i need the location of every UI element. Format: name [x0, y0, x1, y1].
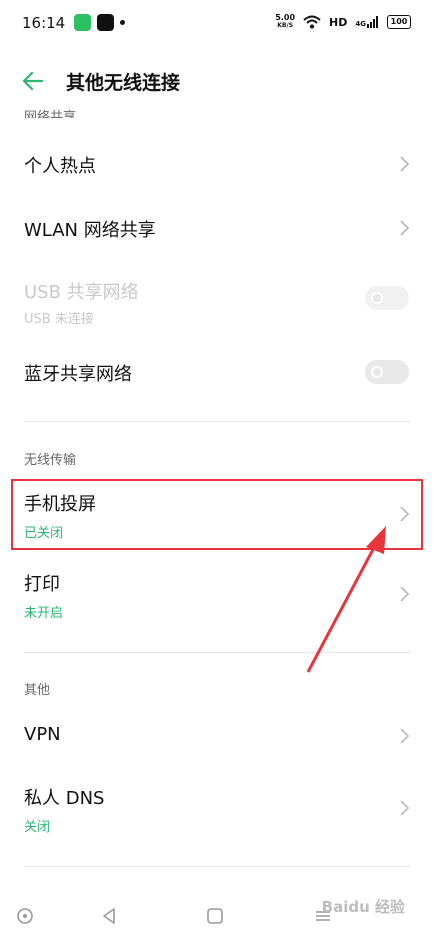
chevron-right-icon: [400, 800, 410, 816]
chevron-right-icon: [400, 156, 410, 172]
private-dns-label: 私人 DNS: [24, 788, 105, 809]
bluetooth-share-row[interactable]: 蓝牙共享网络: [0, 348, 435, 398]
private-dns-status: 关闭: [24, 820, 51, 835]
toggle-knob: [371, 366, 383, 378]
more-notifications-dot: [120, 20, 125, 25]
hd-indicator: HD: [329, 15, 348, 29]
hotspot-label: 个人热点: [24, 156, 96, 177]
clock: 16:14: [22, 14, 66, 32]
nav-home-icon[interactable]: [204, 905, 226, 927]
wlan-share-label: WLAN 网络共享: [24, 220, 156, 241]
chevron-right-icon: [400, 586, 410, 602]
bluetooth-share-label: 蓝牙共享网络: [24, 364, 132, 385]
app-notification-icon: [74, 14, 91, 31]
vpn-row[interactable]: VPN: [0, 712, 435, 762]
usb-share-row: USB 共享网络 USB 未连接: [0, 274, 435, 330]
divider: [24, 866, 410, 867]
app-bar: 其他无线连接: [0, 60, 435, 104]
wifi-icon: [303, 15, 321, 29]
annotation-highlight-box: [11, 479, 423, 550]
vpn-label: VPN: [24, 724, 61, 745]
assistant-icon[interactable]: [14, 905, 36, 927]
usb-share-label: USB 共享网络: [24, 282, 139, 303]
print-label: 打印: [24, 574, 60, 595]
wlan-share-row[interactable]: WLAN 网络共享: [0, 204, 435, 254]
print-row[interactable]: 打印 未开启: [0, 562, 435, 628]
hotspot-row[interactable]: 个人热点: [0, 140, 435, 190]
nav-back-icon[interactable]: [98, 905, 120, 927]
private-dns-row[interactable]: 私人 DNS 关闭: [0, 776, 435, 842]
baidu-watermark: Baidu 经验: [321, 898, 405, 916]
bluetooth-share-toggle[interactable]: [365, 360, 409, 384]
status-bar: 16:14 5.00 KB/S HD 4G 100: [0, 0, 435, 52]
section-header-wireless-transfer: 无线传输: [24, 453, 77, 468]
tiktok-icon: [97, 14, 114, 31]
divider: [24, 421, 410, 422]
section-header-network-sharing: 网络共享: [24, 110, 77, 118]
usb-share-toggle: [365, 286, 409, 310]
notification-icons: [74, 14, 125, 31]
signal-icon: 4G: [355, 16, 379, 28]
status-icons: 5.00 KB/S HD 4G 100: [275, 14, 411, 30]
page-title: 其他无线连接: [66, 72, 181, 94]
chevron-right-icon: [400, 728, 410, 744]
usb-share-status: USB 未连接: [24, 312, 94, 327]
battery-icon: 100: [387, 15, 411, 29]
chevron-right-icon: [400, 220, 410, 236]
divider: [24, 652, 410, 653]
network-speed: 5.00 KB/S: [275, 13, 296, 30]
print-status: 未开启: [24, 606, 64, 621]
toggle-knob: [371, 292, 383, 304]
back-arrow-icon[interactable]: [20, 68, 46, 94]
section-header-other: 其他: [24, 683, 51, 698]
